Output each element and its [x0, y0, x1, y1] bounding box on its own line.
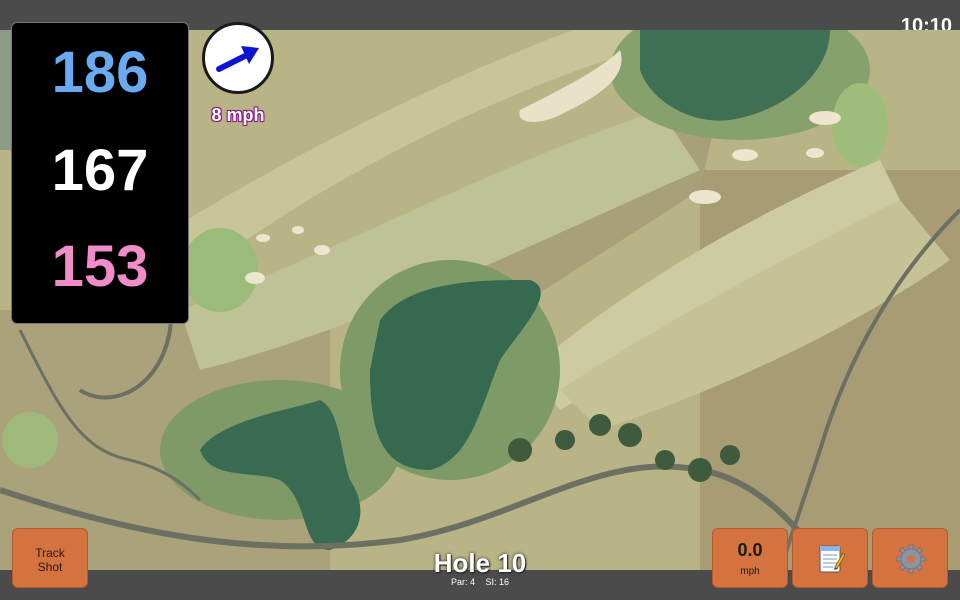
hole-stroke-index: SI: 16	[485, 577, 510, 587]
gear-icon	[896, 544, 926, 574]
speed-value: 0.0	[737, 540, 763, 560]
wind-arrow-icon	[216, 46, 259, 72]
front-yardage: 153	[51, 234, 149, 299]
hole-title: Hole 10	[433, 548, 527, 578]
settings-button[interactable]	[872, 528, 948, 588]
notes-button[interactable]	[792, 528, 868, 588]
middle-yardage: 167	[51, 138, 149, 203]
yardage-panel: 186 167 153	[11, 22, 189, 324]
hole-info: Par: 4 SI: 16	[380, 577, 580, 588]
speed-button[interactable]: 0.0 mph	[712, 528, 788, 588]
speed-unit: mph	[740, 566, 760, 577]
track-shot-label-line1: Track	[35, 546, 65, 560]
wind-indicator[interactable]	[202, 22, 274, 94]
wind-speed: 8 mph	[211, 105, 265, 125]
track-shot-label-line2: Shot	[37, 560, 63, 574]
notepad-icon	[819, 545, 846, 573]
hole-par: Par: 4	[450, 577, 475, 587]
back-yardage: 186	[51, 40, 149, 105]
track-shot-button[interactable]: Track Shot	[12, 528, 88, 588]
